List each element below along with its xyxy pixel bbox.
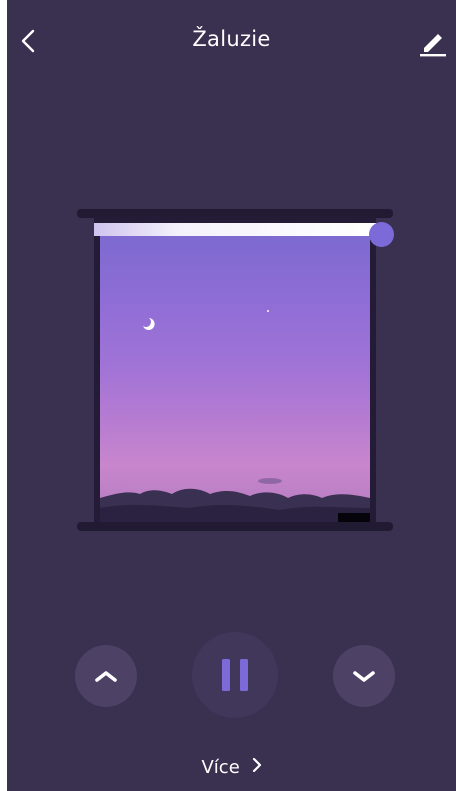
pause-icon (222, 659, 248, 691)
blind-pause-button[interactable] (192, 632, 278, 718)
header: Žaluzie (7, 0, 456, 80)
pencil-icon (420, 34, 446, 57)
edit-button[interactable] (416, 24, 450, 58)
blind-slat (94, 223, 376, 236)
window-bottom-rail (77, 522, 393, 531)
sky-image (100, 236, 370, 523)
blind-up-button[interactable] (75, 645, 137, 707)
more-link[interactable]: Více (7, 756, 456, 778)
window-illustration (77, 209, 394, 531)
chevron-up-icon (95, 671, 117, 682)
chevron-right-icon (252, 757, 262, 778)
blind-down-button[interactable] (333, 645, 395, 707)
page-title: Žaluzie (192, 27, 271, 51)
sky-scene (100, 310, 370, 523)
screen: Žaluzie Více (7, 0, 456, 791)
more-label: Více (201, 756, 240, 778)
chevron-down-icon (353, 671, 375, 682)
blind-position-handle[interactable] (369, 222, 394, 247)
